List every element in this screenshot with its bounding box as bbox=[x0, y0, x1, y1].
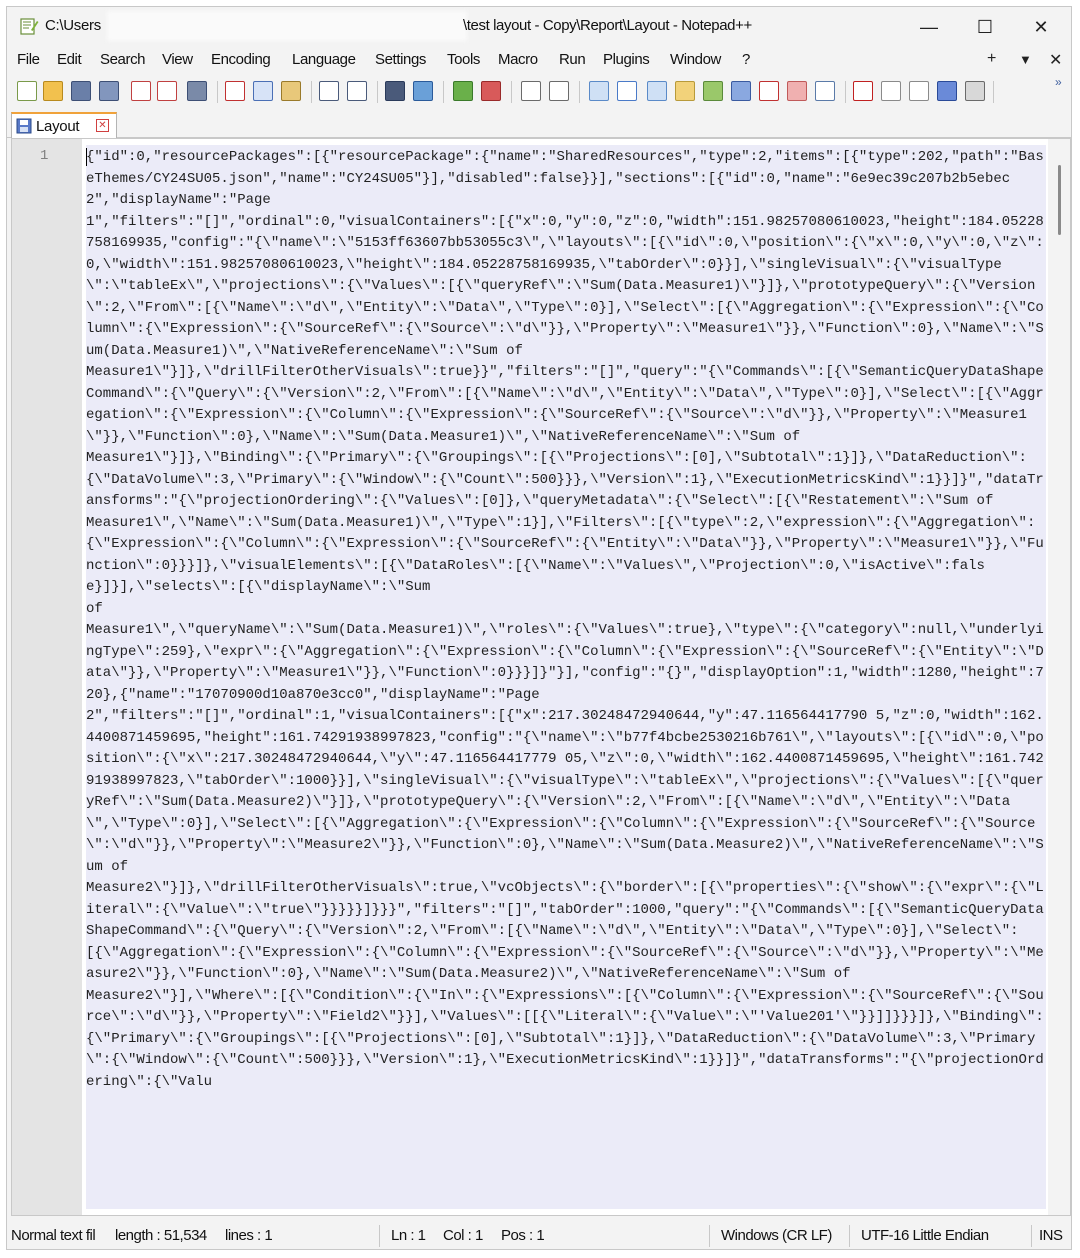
status-separator bbox=[379, 1225, 380, 1247]
maximize-button[interactable]: ☐ bbox=[957, 7, 1013, 47]
text-caret bbox=[86, 148, 87, 166]
menu-view[interactable]: View bbox=[162, 51, 193, 68]
title-redacted-area bbox=[107, 11, 467, 41]
toolbar-separator bbox=[311, 81, 312, 103]
status-file-type: Normal text fil bbox=[11, 1227, 96, 1244]
close-window-button[interactable]: ✕ bbox=[1013, 7, 1069, 47]
undo-icon[interactable] bbox=[319, 81, 339, 101]
menu-encoding[interactable]: Encoding bbox=[211, 51, 271, 68]
menu-search[interactable]: Search bbox=[100, 51, 146, 68]
zoom-in-icon[interactable] bbox=[453, 81, 473, 101]
save-macro-icon[interactable] bbox=[965, 81, 985, 101]
replace-icon[interactable] bbox=[413, 81, 433, 101]
save-all-icon[interactable] bbox=[99, 81, 119, 101]
notepad-window: C:\Users \test layout - Copy\Report\Layo… bbox=[6, 6, 1072, 1250]
show-all-characters-icon[interactable] bbox=[617, 81, 637, 101]
sync-vertical-icon[interactable] bbox=[521, 81, 541, 101]
status-ln: Ln : 1 bbox=[391, 1227, 426, 1244]
menu-language[interactable]: Language bbox=[292, 51, 356, 68]
cut-icon[interactable] bbox=[225, 81, 245, 101]
find-icon[interactable] bbox=[385, 81, 405, 101]
status-eol[interactable]: Windows (CR LF) bbox=[721, 1227, 832, 1244]
tab-close-icon[interactable]: ✕ bbox=[96, 119, 109, 132]
save-icon[interactable] bbox=[71, 81, 91, 101]
status-insert-mode: INS bbox=[1039, 1227, 1063, 1244]
editor-area[interactable]: 1 {"id":0,"resourcePackages":[{"resource… bbox=[11, 138, 1071, 1216]
pdf-icon[interactable] bbox=[759, 81, 779, 101]
tab-bar: Layout ✕ bbox=[7, 111, 1071, 138]
vertical-scrollbar[interactable] bbox=[1048, 139, 1070, 1215]
word-wrap-icon[interactable] bbox=[589, 81, 609, 101]
stop-macro-icon[interactable] bbox=[881, 81, 901, 101]
saved-file-icon bbox=[16, 118, 32, 134]
print-icon[interactable] bbox=[187, 81, 207, 101]
toolbar-separator bbox=[579, 81, 580, 103]
close-all-icon[interactable] bbox=[157, 81, 177, 101]
toolbar: » bbox=[7, 73, 1071, 111]
status-pos: Pos : 1 bbox=[501, 1227, 545, 1244]
menu-plugins[interactable]: Plugins bbox=[603, 51, 650, 68]
new-file-icon[interactable] bbox=[17, 81, 37, 101]
sync-horizontal-icon[interactable] bbox=[549, 81, 569, 101]
menu-window[interactable]: Window bbox=[670, 51, 721, 68]
toolbar-separator bbox=[443, 81, 444, 103]
toolbar-separator bbox=[993, 81, 994, 103]
close-tab-button[interactable]: ✕ bbox=[1049, 50, 1062, 70]
menu-bar: File Edit Search View Encoding Language … bbox=[7, 47, 1071, 73]
status-separator bbox=[1031, 1225, 1032, 1247]
zoom-out-icon[interactable] bbox=[481, 81, 501, 101]
folder-as-workspace-icon[interactable] bbox=[731, 81, 751, 101]
menu-help[interactable]: ? bbox=[742, 51, 750, 68]
menu-edit[interactable]: Edit bbox=[57, 51, 82, 68]
menu-run[interactable]: Run bbox=[559, 51, 586, 68]
toolbar-overflow-icon[interactable]: » bbox=[1055, 75, 1062, 89]
line-number: 1 bbox=[40, 148, 49, 164]
toolbar-separator bbox=[377, 81, 378, 103]
status-col: Col : 1 bbox=[443, 1227, 483, 1244]
play-macro-icon[interactable] bbox=[909, 81, 929, 101]
code-text[interactable]: {"id":0,"resourcePackages":[{"resourcePa… bbox=[86, 147, 1046, 1093]
redo-icon[interactable] bbox=[347, 81, 367, 101]
paste-icon[interactable] bbox=[281, 81, 301, 101]
menu-tools[interactable]: Tools bbox=[447, 51, 480, 68]
status-separator bbox=[709, 1225, 710, 1247]
status-bar: Normal text fil length : 51,534 lines : … bbox=[7, 1221, 1071, 1249]
function-list-icon[interactable] bbox=[703, 81, 723, 101]
toolbar-separator bbox=[845, 81, 846, 103]
line-number-gutter: 1 bbox=[12, 139, 82, 1215]
add-tab-button[interactable]: + bbox=[987, 50, 996, 68]
status-encoding[interactable]: UTF-16 Little Endian bbox=[861, 1227, 989, 1244]
status-lines: lines : 1 bbox=[225, 1227, 273, 1244]
copy-icon[interactable] bbox=[253, 81, 273, 101]
close-file-icon[interactable] bbox=[131, 81, 151, 101]
status-separator bbox=[849, 1225, 850, 1247]
indent-guide-icon[interactable] bbox=[647, 81, 667, 101]
title-path-prefix: C:\Users bbox=[45, 17, 101, 34]
open-folder-icon[interactable] bbox=[43, 81, 63, 101]
monitoring-icon[interactable] bbox=[787, 81, 807, 101]
record-macro-icon[interactable] bbox=[853, 81, 873, 101]
tab-label: Layout bbox=[36, 118, 80, 135]
status-length: length : 51,534 bbox=[115, 1227, 207, 1244]
title-bar[interactable]: C:\Users \test layout - Copy\Report\Layo… bbox=[7, 7, 1071, 47]
menu-file[interactable]: File bbox=[17, 51, 40, 68]
play-multiple-macro-icon[interactable] bbox=[937, 81, 957, 101]
scrollbar-thumb[interactable] bbox=[1058, 165, 1061, 235]
window-title: \test layout - Copy\Report\Layout - Note… bbox=[463, 17, 752, 34]
tab-layout[interactable]: Layout ✕ bbox=[11, 112, 117, 138]
document-map-icon[interactable] bbox=[675, 81, 695, 101]
notepad-plus-plus-icon bbox=[20, 18, 39, 35]
eye-icon[interactable] bbox=[815, 81, 835, 101]
menu-macro[interactable]: Macro bbox=[498, 51, 538, 68]
toolbar-separator bbox=[217, 81, 218, 103]
minimize-button[interactable]: — bbox=[901, 7, 957, 47]
menu-settings[interactable]: Settings bbox=[375, 51, 426, 68]
tab-list-dropdown[interactable]: ▼ bbox=[1019, 52, 1032, 67]
toolbar-separator bbox=[511, 81, 512, 103]
